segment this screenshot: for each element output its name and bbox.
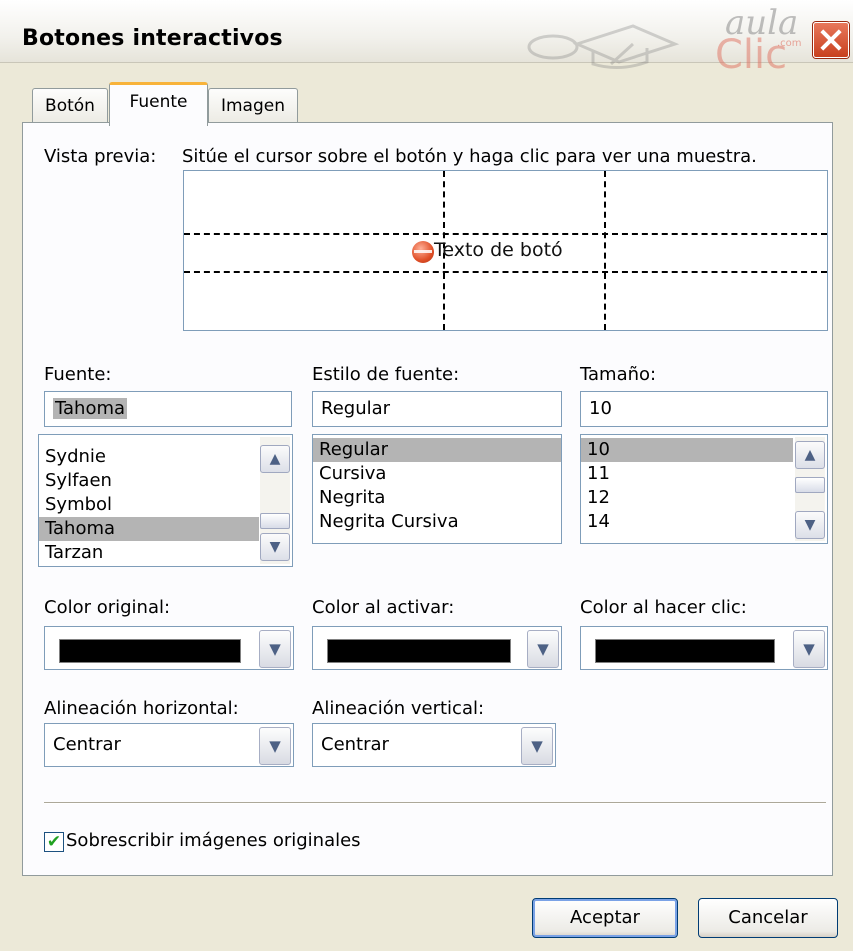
scroll-down-icon[interactable]: ▼ bbox=[260, 533, 290, 561]
vertical-align-select[interactable]: Centrar ▼ bbox=[312, 723, 556, 767]
style-label: Estilo de fuente: bbox=[312, 364, 460, 385]
horizontal-align-value: Centrar bbox=[53, 734, 121, 755]
horizontal-align-label: Alineación horizontal: bbox=[44, 698, 239, 719]
size-field[interactable]: 10 bbox=[580, 391, 828, 427]
close-button[interactable] bbox=[813, 22, 849, 58]
font-field-value: Tahoma bbox=[53, 398, 128, 419]
color-swatch bbox=[595, 639, 775, 663]
scroll-thumb[interactable] bbox=[795, 477, 825, 493]
preview-area[interactable]: Texto de botó bbox=[183, 170, 828, 331]
font-label: Fuente: bbox=[44, 364, 112, 385]
vertical-align-value: Centrar bbox=[321, 734, 389, 755]
font-field[interactable]: Tahoma bbox=[44, 391, 292, 427]
size-list-scrollbar[interactable]: ▲ ▼ bbox=[795, 437, 825, 541]
color-swatch bbox=[327, 639, 511, 663]
scroll-thumb[interactable] bbox=[260, 513, 290, 529]
overwrite-checkbox[interactable]: ✔ bbox=[44, 832, 64, 852]
list-item[interactable]: Tarzan bbox=[39, 541, 259, 565]
color-activate-picker[interactable]: ▼ bbox=[312, 626, 562, 670]
list-item[interactable]: 14 bbox=[581, 510, 793, 534]
color-original-label: Color original: bbox=[44, 597, 171, 618]
checkmark-icon: ✔ bbox=[46, 832, 62, 852]
size-label: Tamaño: bbox=[580, 364, 657, 385]
list-item[interactable]: Symbol bbox=[39, 493, 259, 517]
cancel-button[interactable]: Cancelar bbox=[698, 898, 838, 938]
color-click-label: Color al hacer clic: bbox=[580, 597, 747, 618]
chevron-down-icon[interactable]: ▼ bbox=[527, 630, 559, 668]
button-ball-icon bbox=[412, 241, 434, 263]
color-activate-label: Color al activar: bbox=[312, 597, 455, 618]
list-item-selected[interactable]: 10 bbox=[581, 438, 793, 462]
tab-boton[interactable]: Botón bbox=[32, 88, 108, 123]
color-click-picker[interactable]: ▼ bbox=[580, 626, 828, 670]
list-item[interactable]: Sylfaen bbox=[39, 469, 259, 493]
dialog-window: Botones interactivos aula .com Clic Botó… bbox=[0, 0, 853, 951]
list-item[interactable]: Negrita bbox=[313, 486, 561, 510]
chevron-down-icon[interactable]: ▼ bbox=[793, 630, 825, 668]
tab-fuente[interactable]: Fuente bbox=[109, 82, 208, 126]
logo-text-clic: Clic bbox=[715, 32, 787, 70]
tab-imagen[interactable]: Imagen bbox=[208, 88, 298, 123]
separator bbox=[44, 802, 826, 804]
horizontal-align-select[interactable]: Centrar ▼ bbox=[44, 723, 294, 767]
list-item-selected[interactable]: Regular bbox=[313, 438, 561, 462]
color-original-picker[interactable]: ▼ bbox=[44, 626, 294, 670]
list-item[interactable]: Cursiva bbox=[313, 462, 561, 486]
scroll-up-icon[interactable]: ▲ bbox=[795, 441, 825, 469]
style-list[interactable]: Regular Cursiva Negrita Negrita Cursiva bbox=[312, 434, 562, 544]
preview-label: Vista previa: bbox=[44, 146, 157, 167]
size-list[interactable]: 10 11 12 14 ▲ ▼ bbox=[580, 434, 828, 544]
chevron-down-icon[interactable]: ▼ bbox=[521, 727, 553, 765]
chevron-down-icon[interactable]: ▼ bbox=[259, 727, 291, 765]
list-item[interactable]: Negrita Cursiva bbox=[313, 510, 561, 534]
window-title: Botones interactivos bbox=[22, 26, 283, 51]
chevron-down-icon[interactable]: ▼ bbox=[259, 630, 291, 668]
aulaclic-logo: aula .com Clic bbox=[527, 4, 802, 70]
list-item-selected[interactable]: Tahoma bbox=[39, 517, 259, 541]
scroll-up-icon[interactable]: ▲ bbox=[260, 445, 290, 473]
font-list-scrollbar[interactable]: ▲ ▼ bbox=[260, 437, 290, 564]
preview-hint: Sitúe el cursor sobre el botón y haga cl… bbox=[182, 146, 757, 167]
list-item[interactable]: 12 bbox=[581, 486, 793, 510]
scroll-down-icon[interactable]: ▼ bbox=[795, 511, 825, 539]
list-item[interactable]: 11 bbox=[581, 462, 793, 486]
font-list[interactable]: Sydnie Sylfaen Symbol Tahoma Tarzan ▲ ▼ bbox=[38, 434, 293, 567]
style-field[interactable]: Regular bbox=[312, 391, 562, 427]
preview-sample-text: Texto de botó bbox=[434, 239, 563, 261]
overwrite-label[interactable]: Sobrescribir imágenes originales bbox=[66, 830, 361, 851]
vertical-align-label: Alineación vertical: bbox=[312, 698, 485, 719]
ok-button[interactable]: Aceptar bbox=[532, 898, 678, 938]
list-item[interactable]: Sydnie bbox=[39, 445, 259, 469]
color-swatch bbox=[59, 639, 241, 663]
